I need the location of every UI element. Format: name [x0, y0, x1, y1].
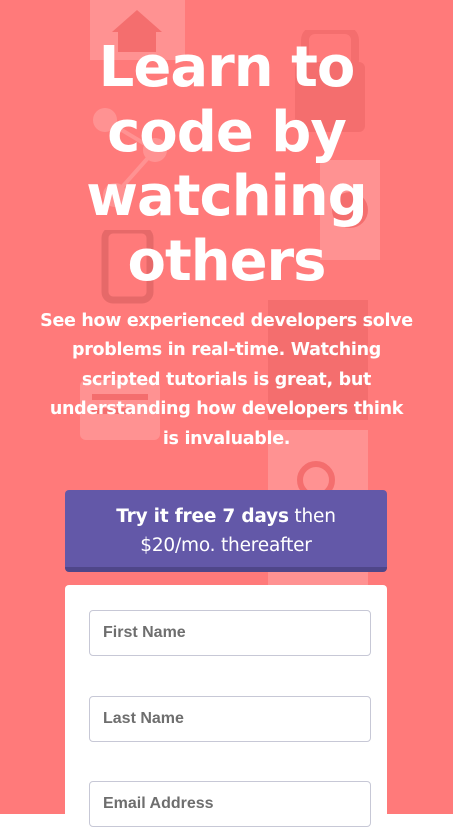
free-trial-button[interactable]: Try it free 7 days then $20/mo. thereaft… — [65, 490, 387, 572]
email-field[interactable] — [89, 781, 371, 827]
headline-line: code by — [107, 99, 347, 165]
hero-headline: Learn to code by watching others — [0, 35, 453, 294]
subtext-line: understanding how developers think — [49, 399, 404, 420]
cta-second-line: $20/mo. thereafter — [140, 535, 312, 556]
headline-line: Learn to — [98, 35, 356, 100]
cta-bold-text: Try it free 7 days — [116, 506, 289, 527]
hero-subtext: See how experienced developers solve pro… — [28, 307, 425, 454]
subtext-line: is invaluable. — [162, 428, 291, 449]
last-name-field[interactable] — [89, 696, 371, 742]
cta-first-line: Try it free 7 days then — [65, 502, 387, 531]
subtext-line: See how experienced developers solve — [40, 311, 413, 331]
subtext-line: problems in real-time. Watching — [71, 340, 382, 361]
first-name-field[interactable] — [89, 610, 371, 656]
headline-line: watching — [86, 164, 368, 229]
headline-line: others — [127, 228, 326, 294]
subtext-line: scripted tutorials is great, but — [81, 369, 372, 390]
cta-rest-text: then — [288, 506, 336, 527]
signup-form — [65, 585, 387, 827]
